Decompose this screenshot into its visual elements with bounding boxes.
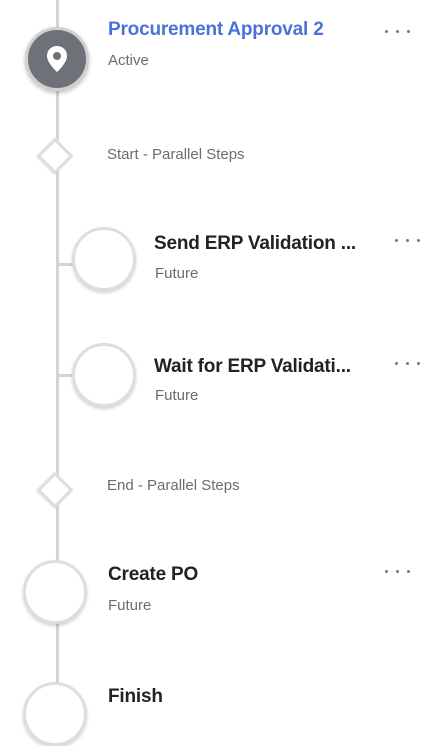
gateway-diamond	[36, 471, 74, 509]
gateway-diamond	[36, 137, 74, 175]
location-pin-icon	[47, 46, 67, 72]
step-status: Active	[108, 52, 149, 69]
more-horizontal-icon[interactable]	[391, 358, 425, 370]
step-title[interactable]: Create PO	[108, 564, 198, 586]
step-status: Future	[108, 597, 152, 614]
step-node[interactable]	[23, 560, 87, 624]
step-node[interactable]	[72, 227, 136, 291]
step-node-active[interactable]	[25, 27, 89, 91]
gateway-label: End - Parallel Steps	[107, 477, 240, 494]
step-status: Future	[155, 265, 199, 282]
step-title[interactable]: Procurement Approval 2	[108, 19, 324, 41]
step-status: Future	[155, 387, 199, 404]
step-node[interactable]	[23, 682, 87, 746]
step-title[interactable]: Wait for ERP Validati...	[154, 356, 351, 378]
step-title[interactable]: Finish	[108, 686, 163, 708]
step-title[interactable]: Send ERP Validation ...	[154, 233, 356, 255]
step-node[interactable]	[72, 343, 136, 407]
more-horizontal-icon[interactable]	[381, 26, 415, 38]
gateway-label: Start - Parallel Steps	[107, 146, 245, 163]
more-horizontal-icon[interactable]	[381, 566, 415, 578]
more-horizontal-icon[interactable]	[391, 235, 425, 247]
